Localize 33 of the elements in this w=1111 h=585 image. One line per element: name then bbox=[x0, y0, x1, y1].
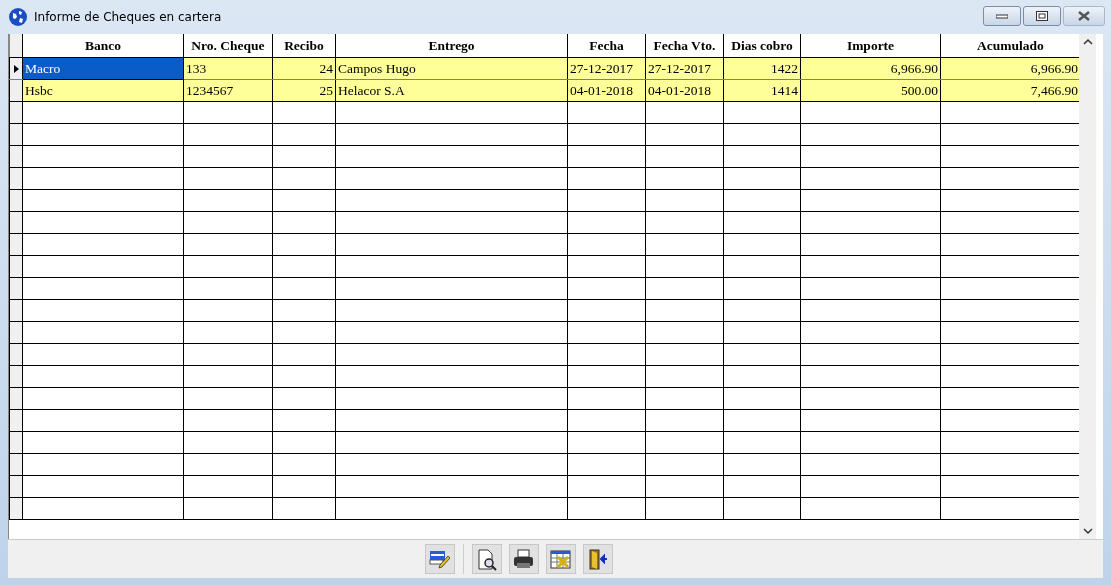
column-header[interactable]: Importe bbox=[800, 34, 941, 58]
table-cell: Hsbc bbox=[22, 79, 184, 102]
column-header[interactable]: Dias cobro bbox=[723, 34, 801, 58]
close-icon bbox=[1078, 11, 1090, 21]
column-header[interactable]: Nro. Cheque bbox=[183, 34, 273, 58]
toolbar-button[interactable] bbox=[545, 544, 576, 575]
column-header[interactable]: Acumulado bbox=[940, 34, 1079, 58]
minimize-icon bbox=[996, 13, 1008, 19]
table-cell: Helacor S.A bbox=[335, 79, 568, 102]
column-header[interactable]: Entrego bbox=[335, 34, 568, 58]
print-preview-icon bbox=[475, 547, 498, 571]
scroll-down-icon[interactable] bbox=[1082, 528, 1093, 536]
column-header[interactable]: Banco bbox=[22, 34, 184, 58]
column-header[interactable]: Fecha bbox=[567, 34, 646, 58]
window-title: Informe de Cheques en cartera bbox=[34, 10, 223, 24]
toolbar-button[interactable] bbox=[508, 544, 539, 575]
column-header[interactable]: Recibo bbox=[272, 34, 336, 58]
spreadsheet-icon bbox=[549, 547, 572, 571]
column-header[interactable]: Fecha Vto. bbox=[645, 34, 724, 58]
maximize-icon bbox=[1036, 11, 1048, 21]
door-exit-icon bbox=[586, 547, 609, 571]
scroll-up-icon[interactable] bbox=[1082, 38, 1093, 45]
toolbar-button[interactable] bbox=[424, 544, 455, 575]
toolbar-button[interactable] bbox=[471, 544, 502, 575]
close-button[interactable] bbox=[1063, 6, 1105, 26]
toolbar-button[interactable] bbox=[582, 544, 613, 575]
table-cell: Campos Hugo bbox=[335, 57, 568, 80]
table-cell: Macro bbox=[23, 58, 183, 79]
maximize-button[interactable] bbox=[1023, 6, 1061, 26]
printer-icon bbox=[512, 547, 535, 571]
table-cell: 6,966.90 bbox=[800, 57, 941, 80]
app-icon bbox=[8, 7, 28, 27]
table-cell: 500.00 bbox=[800, 79, 941, 102]
